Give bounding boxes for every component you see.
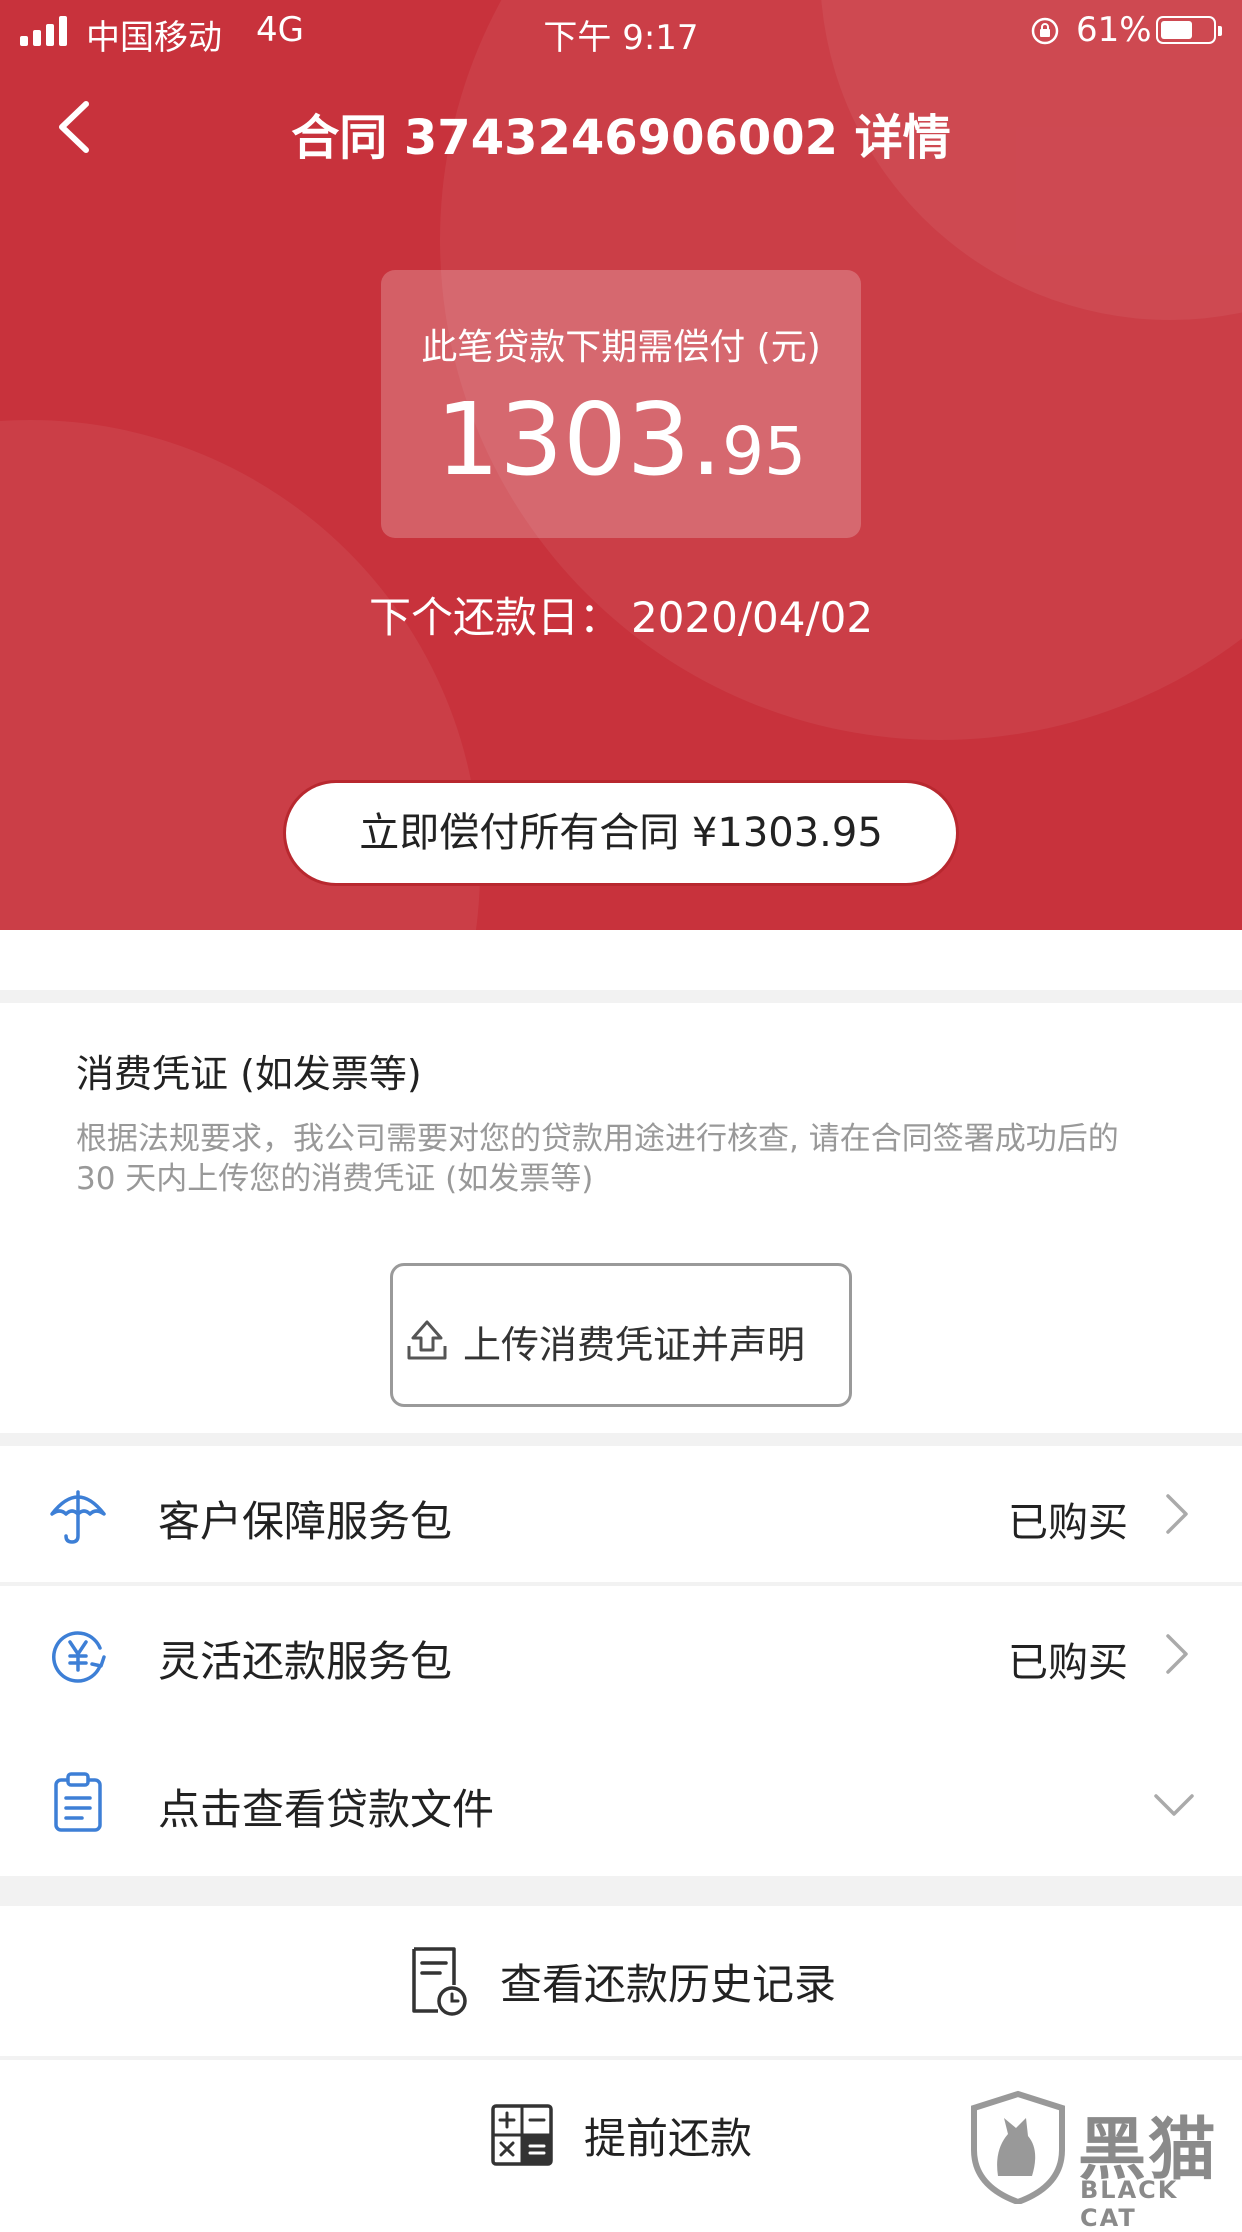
clipboard-icon [54, 1772, 102, 1832]
pay-all-contracts-button[interactable]: 立即偿付所有合同 ¥1303.95 [289, 786, 953, 880]
row-label: 灵活还款服务包 [158, 1637, 453, 1686]
watermark-text-en: BLACK CAT [1080, 2176, 1179, 2232]
purchase-status: 已购买 [1008, 1500, 1128, 1546]
consumption-voucher-section: 消费凭证 (如发票等) 根据法规要求，我公司需要对您的贷款用途进行核查, 请在合… [0, 1003, 1242, 1433]
section-divider [0, 1433, 1242, 1446]
battery-percentage: 61% [1076, 10, 1152, 50]
voucher-title: 消费凭证 (如发票等) [76, 1052, 422, 1096]
cat-logo-icon [971, 2090, 1065, 2204]
chevron-right-icon [1166, 1634, 1188, 1674]
repayment-history-label: 查看还款历史记录 [499, 1959, 836, 2009]
next-payment-amount: 1303.95 [435, 381, 807, 498]
status-bar: 中国移动 4G 下午 9:17 61% [0, 0, 1242, 62]
calculator-icon [491, 2104, 553, 2166]
row-label: 客户保障服务包 [158, 1497, 453, 1546]
upload-voucher-label: 上传消费凭证并声明 [463, 1323, 806, 1367]
repayment-history-button[interactable]: 查看还款历史记录 [0, 1906, 1242, 2056]
rotation-lock-icon [1031, 17, 1059, 45]
hidden-row-peek [0, 930, 1242, 990]
chevron-right-icon [1166, 1494, 1188, 1534]
battery-icon [1156, 16, 1222, 44]
umbrella-icon [50, 1490, 106, 1544]
page-title: 合同 3743246906002 详情 [291, 110, 951, 166]
prepayment-label: 提前还款 [583, 2113, 752, 2163]
purchase-status: 已购买 [1008, 1640, 1128, 1686]
section-divider [0, 990, 1242, 1003]
contract-summary-header: 中国移动 4G 下午 9:17 61% 合同 3743246906002 详情 … [0, 0, 1242, 930]
flexible-repayment-package-row[interactable]: 灵活还款服务包 已购买 [0, 1586, 1242, 1722]
document-clock-icon [412, 1947, 467, 2016]
next-payment-card: 此笔贷款下期需偿付 (元) 1303.95 [381, 270, 861, 538]
black-cat-watermark: 黑猫 BLACK CAT [968, 2090, 1238, 2232]
section-divider [0, 1876, 1242, 1906]
loan-documents-row[interactable]: 点击查看贷款文件 [0, 1728, 1242, 1876]
customer-protection-package-row[interactable]: 客户保障服务包 已购买 [0, 1446, 1242, 1582]
upload-icon [407, 1320, 447, 1360]
next-due-date: 下个还款日： 2020/04/02 [368, 593, 874, 642]
chevron-down-icon [1154, 1794, 1194, 1816]
upload-voucher-button[interactable]: 上传消费凭证并声明 [390, 1263, 852, 1407]
row-label: 点击查看贷款文件 [158, 1785, 495, 1834]
voucher-description: 根据法规要求，我公司需要对您的贷款用途进行核查, 请在合同签署成功后的 30 天… [76, 1121, 1119, 1197]
yen-cycle-icon [52, 1631, 106, 1683]
next-payment-label: 此笔贷款下期需偿付 (元) [421, 327, 821, 368]
